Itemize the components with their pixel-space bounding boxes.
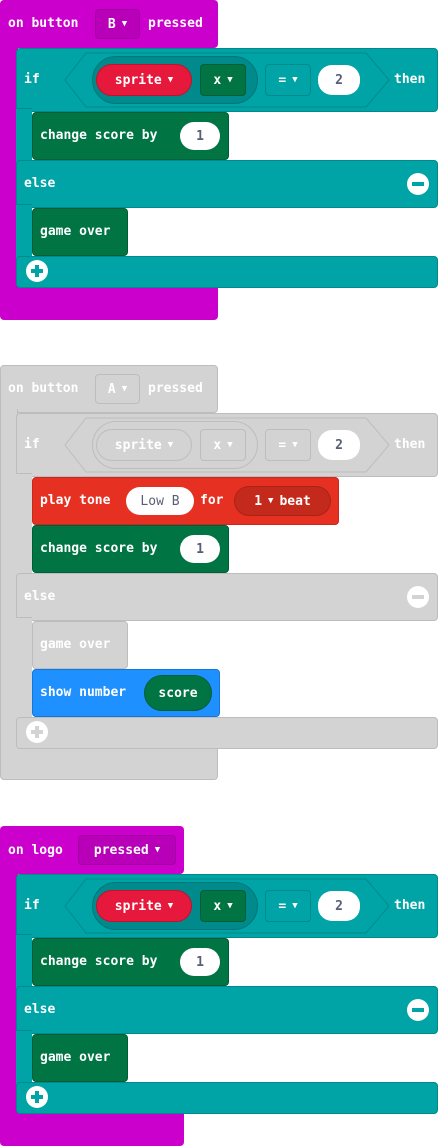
chevron-down-icon: ▼: [268, 496, 274, 506]
logo-event-value: pressed: [93, 842, 149, 858]
chevron-down-icon: ▼: [292, 901, 298, 911]
compare-value: 2: [335, 898, 343, 914]
button-dropdown[interactable]: B ▼: [95, 9, 140, 39]
beat-dropdown[interactable]: 1 ▼ beat: [234, 486, 331, 516]
if-label: if: [24, 898, 40, 913]
game-over-label: game over: [40, 637, 111, 652]
chevron-down-icon: ▼: [167, 901, 174, 911]
sprite-variable-dropdown[interactable]: sprite ▼: [96, 429, 192, 461]
hat-suffix-label: pressed: [148, 16, 203, 31]
else-section: [16, 160, 438, 208]
tone-note-value: Low B: [140, 493, 180, 509]
chevron-down-icon: ▼: [121, 384, 128, 394]
sprite-variable-dropdown[interactable]: sprite ▼: [96, 64, 192, 96]
property-label: x: [213, 72, 222, 88]
change-score-label: change score by: [40, 954, 158, 969]
operator-label: =: [278, 898, 287, 914]
then-label: then: [394, 898, 426, 913]
hat-prefix-label: on button: [8, 16, 79, 31]
beat-value: 1: [254, 493, 263, 509]
show-number-label: show number: [40, 685, 127, 700]
property-label: x: [213, 437, 222, 453]
operator-dropdown[interactable]: = ▼: [265, 64, 311, 96]
remove-else-icon[interactable]: [407, 173, 429, 195]
property-dropdown[interactable]: x ▼: [200, 890, 246, 922]
remove-else-icon[interactable]: [407, 999, 429, 1021]
chevron-down-icon: ▼: [167, 75, 174, 85]
hat-prefix-label: on logo: [8, 843, 63, 858]
chevron-down-icon: ▼: [227, 901, 233, 911]
else-section: [16, 573, 438, 621]
compare-value: 2: [335, 437, 343, 453]
else-label: else: [24, 589, 56, 604]
sprite-variable-dropdown[interactable]: sprite ▼: [96, 890, 192, 922]
operator-label: =: [278, 72, 287, 88]
sprite-variable-label: sprite: [114, 72, 162, 88]
chevron-down-icon: ▼: [292, 75, 298, 85]
change-score-value: 1: [196, 128, 204, 144]
compare-value: 2: [335, 72, 343, 88]
change-score-input[interactable]: 1: [180, 535, 220, 563]
change-score-value: 1: [196, 541, 204, 557]
then-label: then: [394, 72, 426, 87]
tone-note-input[interactable]: Low B: [126, 487, 194, 515]
then-label: then: [394, 437, 426, 452]
add-else-if-icon[interactable]: [26, 1086, 48, 1108]
game-over-label: game over: [40, 224, 111, 239]
change-score-value: 1: [196, 954, 204, 970]
chevron-down-icon: ▼: [121, 19, 128, 29]
else-section: [16, 986, 438, 1034]
else-label: else: [24, 1002, 56, 1017]
if-block-footer: [16, 256, 438, 288]
if-block-footer: [16, 1082, 438, 1114]
add-else-if-icon[interactable]: [26, 260, 48, 282]
beat-label: beat: [279, 493, 311, 509]
add-else-if-icon[interactable]: [26, 721, 48, 743]
button-dropdown[interactable]: A ▼: [95, 374, 140, 404]
compare-value-input[interactable]: 2: [318, 430, 360, 460]
compare-value-input[interactable]: 2: [318, 65, 360, 95]
chevron-down-icon: ▼: [154, 845, 161, 855]
operator-label: =: [278, 437, 287, 453]
property-dropdown[interactable]: x ▼: [200, 429, 246, 461]
chevron-down-icon: ▼: [292, 440, 298, 450]
sprite-variable-label: sprite: [114, 437, 162, 453]
change-score-label: change score by: [40, 541, 158, 556]
chevron-down-icon: ▼: [227, 75, 233, 85]
chevron-down-icon: ▼: [167, 440, 174, 450]
operator-dropdown[interactable]: = ▼: [265, 890, 311, 922]
property-dropdown[interactable]: x ▼: [200, 64, 246, 96]
hat-prefix-label: on button: [8, 381, 79, 396]
sprite-variable-label: sprite: [114, 898, 162, 914]
button-value: A: [107, 381, 116, 397]
change-score-label: change score by: [40, 128, 158, 143]
remove-else-icon[interactable]: [407, 586, 429, 608]
compare-value-input[interactable]: 2: [318, 891, 360, 921]
score-reporter[interactable]: score: [144, 675, 212, 711]
operator-dropdown[interactable]: = ▼: [265, 429, 311, 461]
chevron-down-icon: ▼: [227, 440, 233, 450]
change-score-input[interactable]: 1: [180, 122, 220, 150]
game-over-label: game over: [40, 1050, 111, 1065]
hat-suffix-label: pressed: [148, 381, 203, 396]
logo-event-dropdown[interactable]: pressed ▼: [78, 835, 176, 865]
property-label: x: [213, 898, 222, 914]
button-value: B: [107, 16, 116, 32]
play-tone-label: play tone: [40, 493, 111, 508]
change-score-input[interactable]: 1: [180, 948, 220, 976]
if-label: if: [24, 437, 40, 452]
score-reporter-label: score: [158, 685, 198, 701]
if-label: if: [24, 72, 40, 87]
if-block-footer: [16, 717, 438, 749]
else-label: else: [24, 176, 56, 191]
for-label: for: [200, 493, 224, 508]
